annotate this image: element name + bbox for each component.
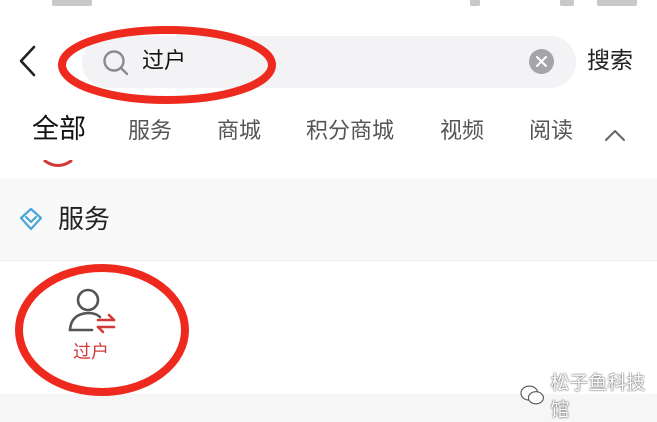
active-tab-indicator (43, 160, 73, 167)
watermark-text: 松子鱼科技馆 (550, 372, 646, 421)
user-transfer-icon (68, 288, 116, 334)
chevron-up-icon (605, 130, 625, 141)
close-icon (536, 56, 547, 67)
divider (0, 260, 657, 261)
search-button[interactable]: 搜索 (587, 44, 633, 78)
search-input[interactable]: 过户 (82, 36, 576, 88)
clear-search-button[interactable] (529, 49, 554, 74)
service-item-label: 过户 (73, 342, 109, 363)
search-results-page: 过户 搜索 全部 服务 商城 积分商城 视频 阅读 服务 过户 松子鱼科技馆 (0, 0, 657, 422)
search-query-text[interactable]: 过户 (142, 47, 186, 77)
collapse-tabs-button[interactable] (599, 120, 631, 150)
status-bar-remnant (560, 0, 574, 6)
status-bar-remnant (470, 0, 480, 6)
tab-all[interactable]: 全部 (32, 113, 86, 147)
chevron-left-icon (19, 45, 36, 77)
back-button[interactable] (10, 42, 44, 80)
status-bar-remnant (52, 0, 92, 6)
diamond-icon (19, 207, 43, 231)
tab-services[interactable]: 服务 (128, 115, 172, 149)
watermark: 松子鱼科技馆 (520, 372, 657, 421)
search-icon (103, 50, 129, 76)
tab-reading[interactable]: 阅读 (529, 115, 573, 149)
service-item-transfer[interactable]: 过户 (44, 278, 138, 374)
tab-mall[interactable]: 商城 (217, 115, 261, 149)
tab-video[interactable]: 视频 (440, 115, 484, 149)
status-bar-remnant (597, 0, 637, 6)
wechat-icon (520, 385, 544, 405)
section-title: 服务 (58, 205, 111, 235)
tab-points-mall[interactable]: 积分商城 (306, 115, 394, 149)
